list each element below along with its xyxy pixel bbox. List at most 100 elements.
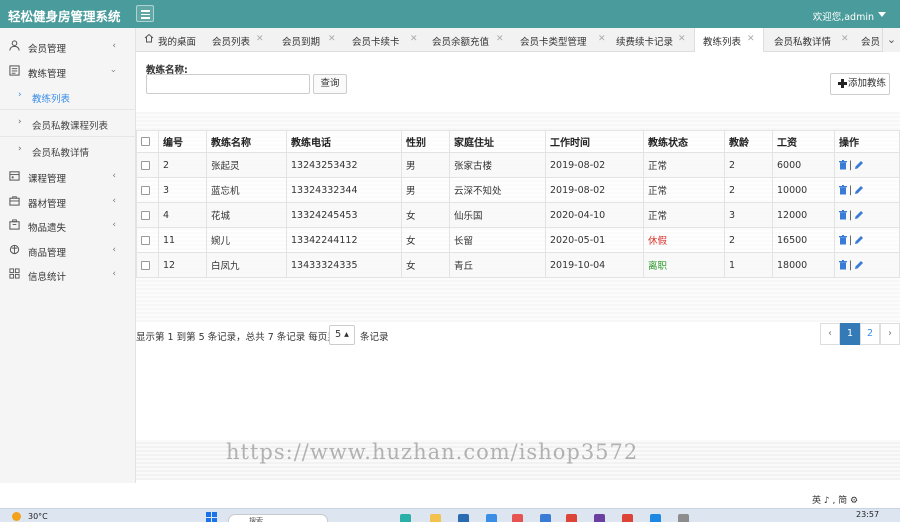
row-select-cell[interactable] (136, 177, 159, 203)
menu-toggle-button[interactable] (136, 5, 154, 22)
edit-pencil-icon[interactable] (854, 235, 864, 245)
row-checkbox[interactable] (141, 185, 150, 195)
cell-actions: | (834, 152, 900, 178)
app-icon[interactable] (540, 514, 551, 522)
delete-trash-icon[interactable] (839, 160, 847, 170)
tab-member-expired[interactable]: 会员到期 ✕ (282, 28, 346, 52)
row-select-cell[interactable] (136, 202, 159, 228)
sidebar-item-label: 商品管理 (28, 248, 67, 259)
sidebar-item-label: 物品遗失 (28, 223, 67, 234)
chrome-icon[interactable] (622, 514, 633, 522)
close-icon[interactable]: ✕ (256, 34, 264, 44)
sidebar-item-course[interactable]: 课程管理 ‹ (0, 164, 136, 188)
tab-card-types[interactable]: 会员卡类型管理 ✕ (520, 28, 612, 52)
page-2-button[interactable]: 2 (860, 323, 880, 345)
close-icon[interactable]: ✕ (496, 34, 504, 44)
app-icon[interactable] (594, 514, 605, 522)
folder-icon[interactable] (430, 514, 441, 522)
cell-years: 2 (724, 177, 773, 203)
cell-status: 正常 (643, 152, 725, 178)
cell-actions: | (834, 202, 900, 228)
add-coach-button[interactable]: 添加教练 (830, 73, 890, 95)
cell-coach-name: 张起灵 (206, 152, 287, 178)
app-icon[interactable] (678, 514, 689, 522)
os-taskbar: 30°C 搜索 23:57 (0, 508, 900, 522)
close-icon[interactable]: ✕ (678, 34, 686, 44)
search-button[interactable]: 查询 (313, 74, 347, 94)
cell-start-date: 2019-08-02 (545, 152, 644, 178)
box-icon (9, 219, 20, 230)
column-header: 操作 (834, 130, 900, 153)
page-1-button[interactable]: 1 (840, 323, 860, 345)
page-size-select[interactable]: 5 ▴ (329, 325, 355, 345)
app-icon[interactable] (512, 514, 523, 522)
caret-down-icon[interactable] (878, 12, 886, 17)
chrome-icon[interactable] (566, 514, 577, 522)
edit-pencil-icon[interactable] (854, 210, 864, 220)
cell-coach-name: 蓝忘机 (206, 177, 287, 203)
close-icon[interactable]: ✕ (747, 34, 755, 44)
close-icon[interactable]: ✕ (328, 34, 336, 44)
delete-trash-icon[interactable] (839, 210, 847, 220)
row-select-cell[interactable] (136, 252, 159, 278)
sidebar-item-coach[interactable]: 教练管理 ‹ (0, 59, 136, 83)
delete-trash-icon[interactable] (839, 235, 847, 245)
cell-years: 3 (724, 202, 773, 228)
row-select-cell[interactable] (136, 152, 159, 178)
windows-start-icon[interactable] (206, 512, 217, 522)
taskbar-search-input[interactable]: 搜索 (228, 514, 328, 522)
op-separator: | (849, 234, 853, 246)
tab-card-renew[interactable]: 会员卡续卡 ✕ (352, 28, 424, 52)
column-header: 性别 (401, 130, 450, 153)
next-page-button[interactable]: › (880, 323, 900, 345)
user-welcome[interactable]: 欢迎您,admin (813, 9, 874, 23)
cell-status: 休假 (643, 227, 725, 253)
cell-id: 11 (158, 227, 207, 253)
row-select-cell[interactable] (136, 227, 159, 253)
tab-balance-recharge[interactable]: 会员余额充值 ✕ (432, 28, 514, 52)
table-row: 12 白凤九 13433324335 女青丘 2019-10-04 离职 1 18000 | (136, 252, 900, 278)
gift-icon (9, 244, 20, 255)
coach-name-search-input[interactable] (146, 74, 310, 94)
weather-sun-icon (12, 512, 21, 521)
sidebar-item-lost-items[interactable]: 物品遗失 ‹ (0, 213, 136, 237)
sidebar-subitem-coach-list[interactable]: › 教练列表 (0, 85, 136, 107)
row-checkbox[interactable] (141, 160, 150, 170)
select-all-header[interactable] (136, 130, 159, 153)
tab-desktop[interactable]: 我的桌面 (144, 28, 208, 52)
sidebar-item-member[interactable]: 会员管理 ‹ (0, 34, 136, 58)
app-icon[interactable] (486, 514, 497, 522)
sidebar-item-goods[interactable]: 商品管理 ‹ (0, 238, 136, 262)
cell-id: 12 (158, 252, 207, 278)
row-checkbox[interactable] (141, 235, 150, 245)
delete-trash-icon[interactable] (839, 185, 847, 195)
app-icon[interactable] (458, 514, 469, 522)
tab-coach-list[interactable]: 教练列表 ✕ (694, 28, 764, 52)
row-checkbox[interactable] (141, 260, 150, 270)
vscode-icon[interactable] (650, 514, 661, 522)
tab-private-details[interactable]: 会员私教详情 ✕ (774, 28, 856, 52)
sidebar-subitem-private-details[interactable]: › 会员私教详情 (0, 139, 136, 161)
sidebar-subitem-private-courses[interactable]: › 会员私教课程列表 (0, 112, 136, 134)
prev-page-button[interactable]: ‹ (820, 323, 840, 345)
select-all-checkbox[interactable] (141, 136, 150, 146)
cell-status: 正常 (643, 202, 725, 228)
chevron-left-icon: ‹ (112, 171, 116, 181)
close-icon[interactable]: ✕ (841, 34, 849, 44)
close-icon[interactable]: ✕ (410, 34, 418, 44)
sidebar-item-statistics[interactable]: 信息统计 ‹ (0, 262, 136, 286)
watermark-url: https://www.huzhan.com/ishop3572 (226, 440, 639, 464)
chevron-left-icon: ‹ (112, 269, 116, 279)
edit-pencil-icon[interactable] (854, 260, 864, 270)
sidebar-item-equipment[interactable]: 器材管理 ‹ (0, 189, 136, 213)
edit-pencil-icon[interactable] (854, 160, 864, 170)
edit-pencil-icon[interactable] (854, 185, 864, 195)
tab-member-list[interactable]: 会员列表 ✕ (212, 28, 276, 52)
row-checkbox[interactable] (141, 210, 150, 220)
close-icon[interactable]: ✕ (598, 34, 606, 44)
tabs-more-chevron-down-icon[interactable]: ⌄ (882, 28, 900, 52)
app-icon[interactable] (400, 514, 411, 522)
user-icon (9, 40, 20, 51)
delete-trash-icon[interactable] (839, 260, 847, 270)
tab-renew-records[interactable]: 续费续卡记录 ✕ (616, 28, 692, 52)
